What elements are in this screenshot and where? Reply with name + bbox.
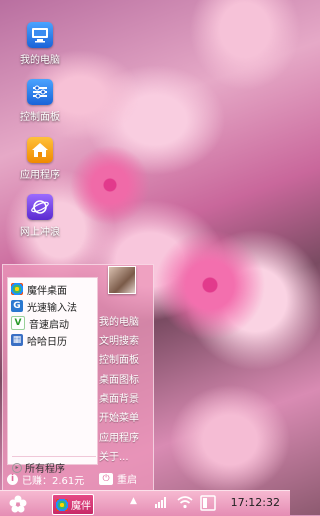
task-label: 魔伴 — [71, 501, 91, 512]
desktop-icon-my-computer[interactable]: 我的电脑 — [12, 22, 68, 66]
program-label: 音速启动 — [29, 319, 69, 331]
globe-icon — [27, 194, 53, 220]
pinwheel-icon — [56, 498, 68, 511]
info-icon: i — [7, 474, 18, 485]
divider — [12, 456, 96, 457]
program-item-input-method[interactable]: G 光速输入法 — [11, 299, 77, 314]
program-label: 光速输入法 — [27, 302, 77, 314]
program-item-launcher[interactable]: V 音速启动 — [11, 316, 69, 331]
earnings-label: 已赚：2.61元 — [22, 476, 85, 487]
avatar[interactable] — [108, 266, 136, 294]
program-label: 魔伴桌面 — [27, 285, 67, 297]
taskbar: 魔伴 ▲ 17:12:32 — [0, 490, 290, 516]
pinwheel-icon — [11, 283, 23, 295]
clock[interactable]: 17:12:32 — [231, 496, 280, 509]
tray-up-arrow-icon[interactable]: ▲ — [130, 496, 137, 506]
start-button[interactable] — [8, 494, 28, 513]
desktop-icon-label: 控制面板 — [20, 112, 60, 123]
program-list: 魔伴桌面 G 光速输入法 V 音速启动 ▦ 哈哈日历 ▸ 所有程序 — [7, 277, 98, 475]
calendar-icon: ▦ — [11, 334, 23, 346]
battery-icon — [200, 495, 218, 514]
program-item-calendar[interactable]: ▦ 哈哈日历 — [11, 333, 67, 348]
desktop-icon-applications[interactable]: 应用程序 — [12, 137, 68, 181]
arrow-right-icon: ▸ — [12, 462, 22, 473]
desktop-icon-internet[interactable]: 网上冲浪 — [12, 194, 68, 238]
signal-icon — [154, 495, 168, 512]
desktop-icon-label: 我的电脑 — [20, 55, 60, 66]
control-panel-icon — [27, 79, 53, 105]
flower-icon — [9, 495, 27, 512]
restart-button[interactable]: ⏻ 重启 — [99, 471, 137, 486]
v-launcher-icon: V — [11, 316, 25, 330]
menu-item-search[interactable]: 文明搜索 — [99, 332, 139, 347]
menu-item-desktop-icons[interactable]: 桌面图标 — [99, 371, 139, 386]
start-menu: 魔伴桌面 G 光速输入法 V 音速启动 ▦ 哈哈日历 ▸ 所有程序 我的电脑 文… — [2, 264, 154, 492]
task-button-moban[interactable]: 魔伴 — [52, 494, 94, 515]
menu-item-about[interactable]: 关于... — [99, 448, 129, 463]
wifi-icon — [177, 495, 193, 512]
earnings-status: i 已赚：2.61元 — [7, 472, 84, 487]
menu-item-applications[interactable]: 应用程序 — [99, 429, 139, 444]
desktop-icon-control-panel[interactable]: 控制面板 — [12, 79, 68, 123]
menu-item-start-menu[interactable]: 开始菜单 — [99, 409, 139, 424]
desktop-icon-label: 网上冲浪 — [20, 227, 60, 238]
computer-icon — [27, 22, 53, 48]
restart-label: 重启 — [117, 475, 137, 486]
program-item-mobandesktop[interactable]: 魔伴桌面 — [11, 282, 67, 297]
menu-item-control-panel[interactable]: 控制面板 — [99, 351, 139, 366]
menu-item-desktop-background[interactable]: 桌面背景 — [99, 390, 139, 405]
home-icon — [27, 137, 53, 163]
power-icon: ⏻ — [99, 472, 113, 485]
menu-item-my-computer[interactable]: 我的电脑 — [99, 313, 139, 328]
desktop-icon-label: 应用程序 — [20, 170, 60, 181]
g-input-icon: G — [11, 300, 23, 312]
program-label: 哈哈日历 — [27, 336, 67, 348]
